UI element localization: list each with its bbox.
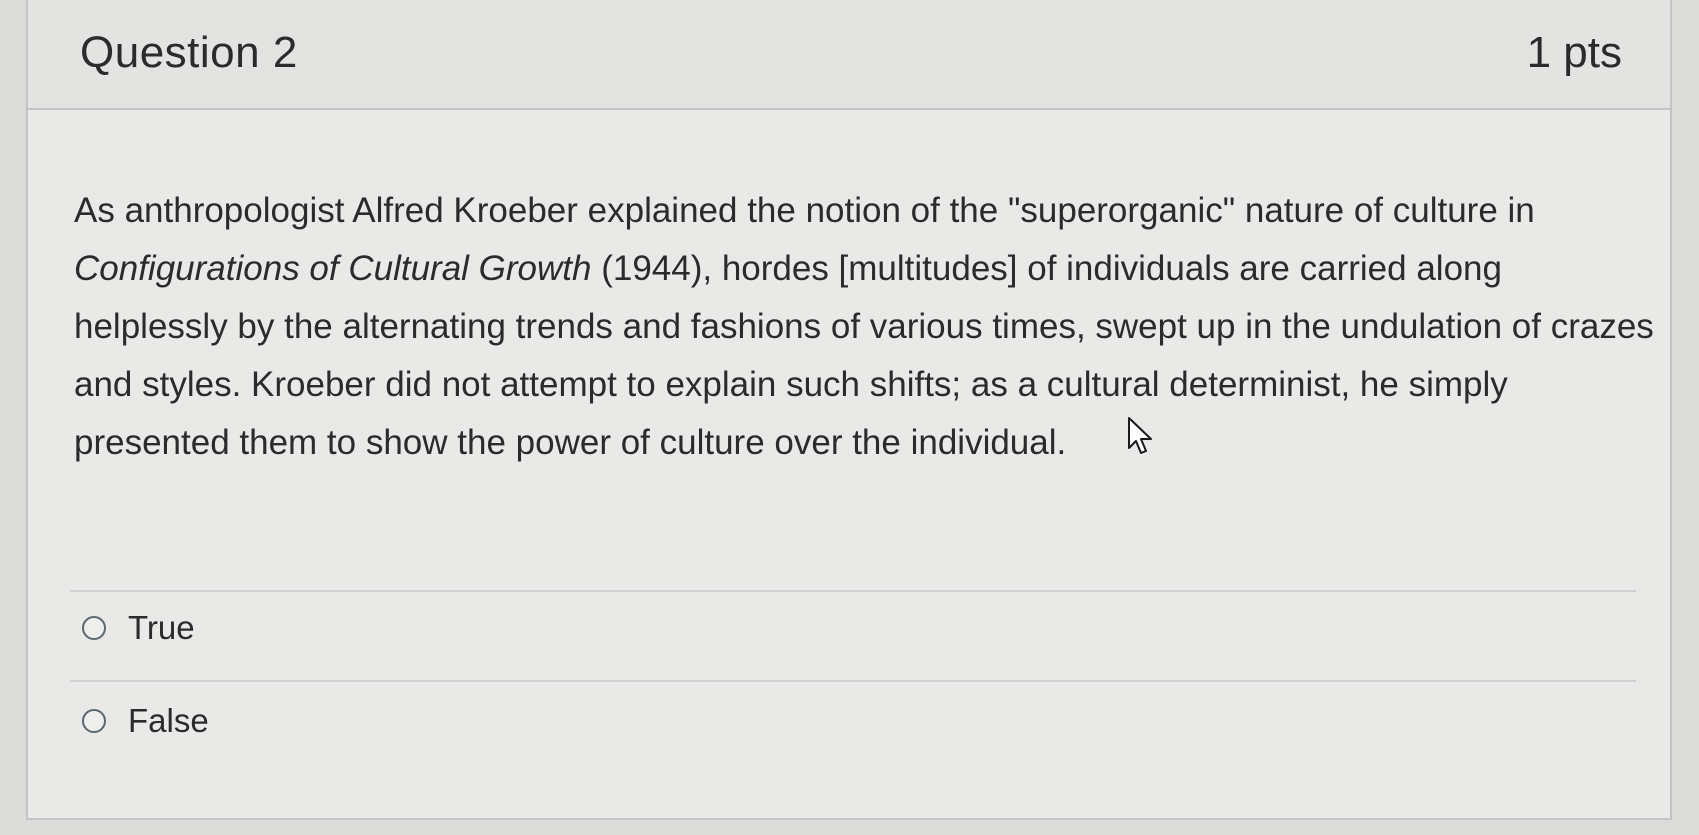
answer-divider (70, 590, 1636, 592)
answer-divider (70, 680, 1636, 682)
question-header: Question 2 1 pts (28, 0, 1670, 110)
radio-unselected-icon[interactable] (82, 616, 106, 640)
question-points: 1 pts (1526, 28, 1622, 77)
answer-label[interactable]: True (128, 609, 195, 647)
book-title: Configurations of Cultural Growth (74, 249, 592, 288)
answer-label[interactable]: False (128, 702, 209, 740)
question-title: Question 2 (80, 28, 298, 77)
answer-option-true[interactable]: True (82, 603, 195, 653)
question-text: As anthropologist Alfred Kroeber explain… (74, 182, 1664, 472)
question-card: Question 2 1 pts As anthropologist Alfre… (26, 0, 1672, 820)
radio-unselected-icon[interactable] (82, 709, 106, 733)
answer-option-false[interactable]: False (82, 696, 209, 746)
question-text-part1: As anthropologist Alfred Kroeber explain… (74, 191, 1535, 230)
mouse-pointer-icon (1128, 417, 1152, 454)
